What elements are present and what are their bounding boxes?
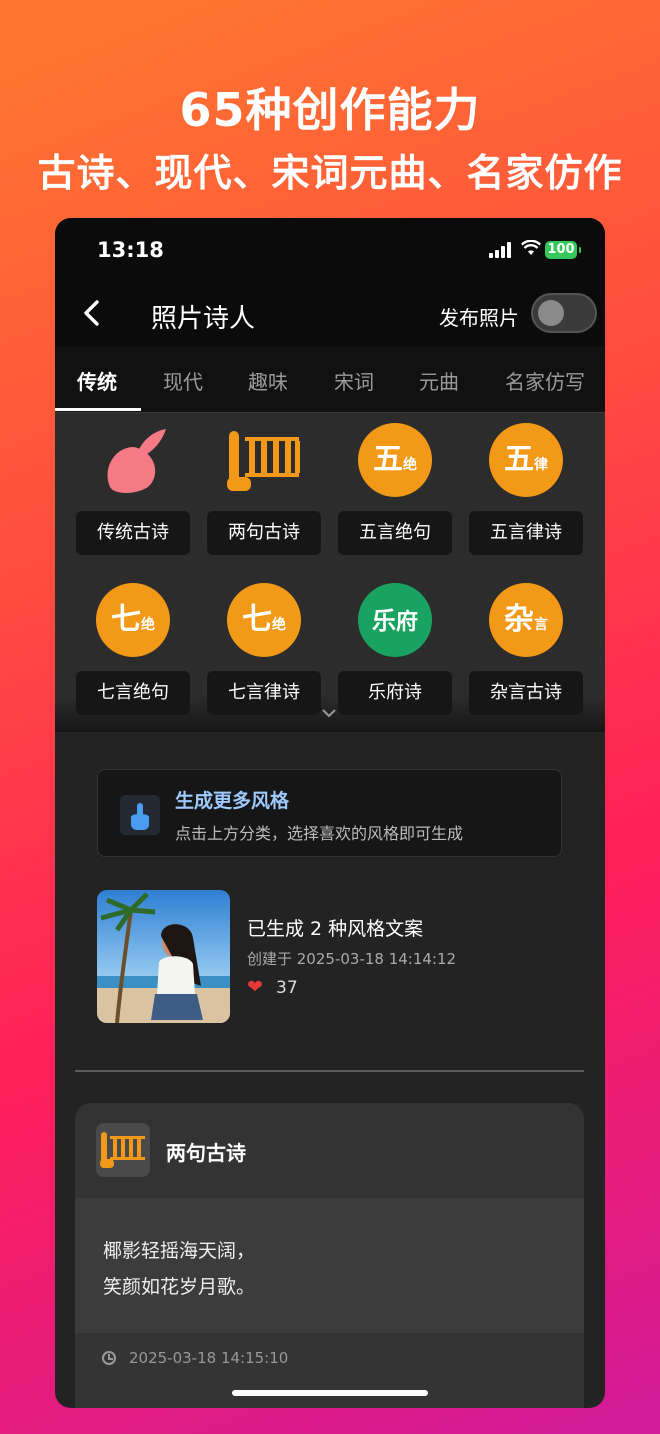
nav-bar: 照片诗人 发布照片 (55, 282, 605, 346)
promo-title: 65种创作能力 (179, 83, 481, 137)
tab-master-imitation[interactable]: 名家仿写 (505, 366, 585, 395)
bamboo-slips-icon (96, 1123, 150, 1177)
more-styles-card[interactable]: 生成更多风格 点击上方分类，选择喜欢的风格即可生成 (97, 769, 562, 857)
style-label: 两句古诗 (207, 511, 321, 555)
clock-icon (102, 1351, 116, 1365)
section-divider (75, 1070, 584, 1072)
chevron-down-icon[interactable] (321, 706, 337, 722)
poem-card: 两句古诗 椰影轻摇海天阔， 笑颜如花岁月歌。 2025-03-18 14:15:… (75, 1103, 584, 1408)
like-count: 37 (276, 978, 298, 998)
wu-lv-icon: 五律 (489, 423, 563, 497)
style-label: 五言绝句 (338, 511, 452, 555)
status-time: 13:18 (97, 238, 164, 262)
generated-count-title: 已生成 2 种风格文案 (247, 918, 424, 940)
wifi-icon (520, 239, 542, 261)
tab-fun[interactable]: 趣味 (248, 366, 288, 395)
peach-icon (107, 429, 166, 493)
page-title: 照片诗人 (151, 304, 256, 334)
poem-body: 椰影轻摇海天阔， 笑颜如花岁月歌。 (75, 1198, 584, 1333)
style-label: 传统古诗 (76, 511, 190, 555)
battery-icon: 100 (545, 241, 581, 259)
wu-jue-icon: 五绝 (358, 423, 432, 497)
phone-screen: 13:18 100 照片诗人 发布照片 传统 现代 趣味 宋词 元曲 名家仿写 (55, 218, 605, 1408)
more-styles-subtitle: 点击上方分类，选择喜欢的风格即可生成 (175, 824, 464, 843)
toggle-knob (538, 300, 564, 326)
style-grid: 传统古诗 两句古诗 五绝 五言绝句 五律 五言律诗 七绝 七言绝句 七绝 七言律… (55, 413, 605, 731)
poem-style-title: 两句古诗 (166, 1141, 246, 1165)
poem-card-header: 两句古诗 (75, 1103, 584, 1198)
generated-photo-thumbnail[interactable] (97, 890, 230, 1023)
poem-line: 椰影轻摇海天阔， (103, 1240, 256, 1262)
tap-hand-icon (120, 795, 160, 835)
status-bar: 13:18 100 (55, 218, 605, 282)
tab-modern[interactable]: 现代 (163, 366, 203, 395)
tab-song-ci[interactable]: 宋词 (334, 366, 374, 395)
zayan-icon: 杂言 (489, 583, 563, 657)
home-indicator (232, 1390, 428, 1396)
poem-date: 2025-03-18 14:15:10 (129, 1349, 289, 1367)
tab-yuan-qu[interactable]: 元曲 (419, 366, 459, 395)
category-tabs: 传统 现代 趣味 宋词 元曲 名家仿写 (55, 346, 605, 413)
yuefu-icon: 乐府 (358, 583, 432, 657)
tab-traditional[interactable]: 传统 (77, 366, 117, 395)
publish-photo-label: 发布照片 (439, 306, 519, 330)
created-time: 创建于 2025-03-18 14:14:12 (247, 950, 457, 968)
more-styles-title: 生成更多风格 (175, 790, 290, 812)
promo-subtitle: 古诗、现代、宋词元曲、名家仿作 (37, 151, 623, 195)
active-tab-indicator (55, 408, 141, 411)
signal-icon (489, 242, 515, 258)
bamboo-slips-icon (227, 431, 300, 491)
poem-footer: 2025-03-18 14:15:10 (75, 1333, 584, 1408)
chevron-left-icon[interactable] (81, 296, 103, 338)
poem-line: 笑颜如花岁月歌。 (103, 1276, 256, 1298)
publish-photo-toggle[interactable] (531, 293, 597, 333)
heart-icon[interactable]: ❤ (247, 976, 263, 998)
qi-lv-icon: 七绝 (227, 583, 301, 657)
style-label: 五言律诗 (469, 511, 583, 555)
qi-jue-icon: 七绝 (96, 583, 170, 657)
